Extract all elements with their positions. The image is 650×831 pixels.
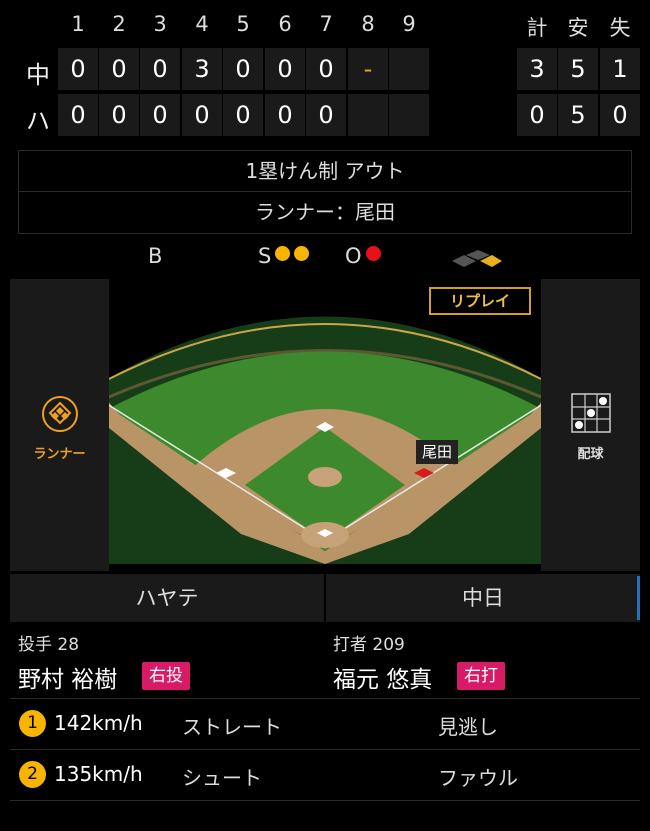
field-diagram — [109, 316, 541, 564]
pitch-result: 見逃し — [438, 715, 498, 739]
pitcher-name: 野村 裕樹 — [18, 667, 118, 693]
away-inning-5: 0 — [223, 48, 263, 90]
pitch-number-badge: 2 — [19, 761, 46, 788]
out-dot — [365, 246, 381, 261]
strike-count: S — [258, 244, 310, 278]
home-inning-8 — [348, 94, 388, 136]
away-inning-1: 0 — [58, 48, 98, 90]
pitcher-role: 投手 28 — [18, 630, 79, 655]
home-total-runs: 0 — [517, 94, 557, 136]
baseball-field — [109, 279, 541, 571]
pitch-chart-label: 配球 — [577, 447, 604, 462]
home-inning-4: 0 — [182, 94, 222, 136]
pitch-number-badge: 1 — [19, 710, 46, 737]
batter-role-label: 打者 — [333, 635, 367, 655]
tab-chunichi-label: 中日 — [462, 586, 504, 610]
pitch-type: ストレート — [182, 715, 282, 739]
batter-number: 209 — [372, 635, 405, 655]
pitch-result: ファウル — [438, 766, 518, 790]
inning-header-2: 2 — [112, 12, 126, 36]
runner-panel-button[interactable]: ランナー — [10, 279, 109, 571]
inning-header-1: 1 — [71, 12, 85, 36]
home-team-label: ハ — [26, 107, 50, 135]
away-inning-6: 0 — [265, 48, 305, 90]
active-tab-indicator — [637, 576, 640, 620]
out-count: O — [345, 244, 381, 278]
ball-count: B — [148, 244, 162, 278]
inning-header-4: 4 — [195, 12, 209, 36]
away-inning-2: 0 — [99, 48, 139, 90]
away-errors: 1 — [600, 48, 640, 90]
strike-dot — [294, 246, 310, 261]
out-label: O — [345, 244, 362, 268]
inning-header-5: 5 — [236, 12, 250, 36]
away-inning-3: 0 — [140, 48, 180, 90]
away-inning-8: - — [348, 48, 388, 90]
batter-hand-badge: 右打 — [457, 662, 505, 690]
home-errors: 0 — [600, 94, 640, 136]
strike-dot — [275, 246, 291, 261]
batter-role: 打者 209 — [333, 630, 405, 655]
pitch-speed: 135km/h — [54, 762, 143, 786]
pitcher-role-label: 投手 — [18, 635, 52, 655]
batter-name: 福元 悠真 — [333, 667, 433, 693]
runner-panel-label: ランナー — [33, 447, 86, 462]
pitch-speed: 142km/h — [54, 711, 143, 735]
play-situation: 1塁けん制 アウト ランナー：尾田 — [18, 150, 632, 234]
inning-header-3: 3 — [153, 12, 167, 36]
away-team-label: 中 — [26, 61, 50, 89]
pitcher-hand-badge: 右投 — [142, 662, 190, 690]
away-inning-9 — [389, 48, 429, 90]
home-inning-5: 0 — [223, 94, 263, 136]
home-inning-7: 0 — [306, 94, 346, 136]
base-runner-diamond-icon — [452, 250, 502, 267]
away-inning-4: 3 — [182, 48, 222, 90]
total-runs-header: 計 — [526, 16, 548, 40]
home-inning-3: 0 — [140, 94, 180, 136]
away-total-runs: 3 — [517, 48, 557, 90]
home-inning-2: 0 — [99, 94, 139, 136]
scoreboard: 1 2 3 4 5 6 7 8 9 計 安 失 中 0 0 0 3 0 0 0 … — [0, 0, 650, 145]
strike-label: S — [258, 244, 272, 268]
runner-diamond-icon — [42, 396, 78, 432]
home-inning-9 — [389, 94, 429, 136]
pitch-chart-button[interactable]: 配球 — [541, 279, 640, 571]
inning-header-6: 6 — [278, 12, 292, 36]
errors-header: 失 — [609, 16, 631, 40]
away-inning-7: 0 — [306, 48, 346, 90]
divider — [10, 800, 640, 801]
runner-description: ランナー：尾田 — [255, 200, 395, 224]
hits-header: 安 — [567, 16, 589, 40]
inning-header-7: 7 — [319, 12, 333, 36]
play-description: 1塁けん制 アウト — [19, 151, 631, 192]
pitch-type: シュート — [182, 766, 262, 790]
batter-info: 打者 209 福元 悠真 右打 — [325, 622, 640, 698]
pitch-row[interactable]: 1 142km/h ストレート 見逃し — [10, 699, 640, 749]
pitcher-info: 投手 28 野村 裕樹 右投 — [10, 622, 325, 698]
inning-header-8: 8 — [361, 12, 375, 36]
pitch-grid-icon — [571, 393, 611, 433]
home-inning-1: 0 — [58, 94, 98, 136]
tab-hayate[interactable]: ハヤテ — [10, 574, 324, 622]
home-hits: 5 — [558, 94, 598, 136]
away-hits: 5 — [558, 48, 598, 90]
team-tabs: ハヤテ 中日 — [10, 574, 640, 622]
tab-chunichi[interactable]: 中日 — [326, 574, 640, 622]
ball-label: B — [148, 244, 163, 268]
replay-button[interactable]: リプレイ — [429, 287, 531, 315]
inning-header-9: 9 — [402, 12, 416, 36]
pitcher-number: 28 — [57, 635, 80, 655]
home-inning-6: 0 — [265, 94, 305, 136]
pitch-row[interactable]: 2 135km/h シュート ファウル — [10, 750, 640, 800]
runner-name-tag: 尾田 — [416, 440, 458, 464]
